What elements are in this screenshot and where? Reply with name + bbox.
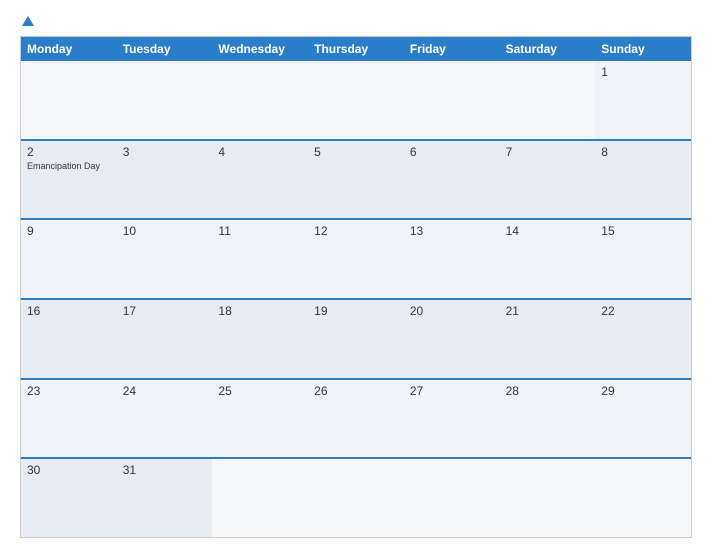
day-headers-row: MondayTuesdayWednesdayThursdayFridaySatu… bbox=[21, 37, 691, 61]
day-cell: 21 bbox=[500, 300, 596, 378]
day-cell bbox=[500, 459, 596, 537]
day-cell: 16 bbox=[21, 300, 117, 378]
day-header-sunday: Sunday bbox=[595, 37, 691, 61]
day-number: 8 bbox=[601, 145, 685, 159]
day-number: 19 bbox=[314, 304, 398, 318]
day-number: 25 bbox=[218, 384, 302, 398]
day-number: 15 bbox=[601, 224, 685, 238]
day-number: 31 bbox=[123, 463, 207, 477]
day-cell bbox=[308, 61, 404, 139]
day-cell: 8 bbox=[595, 141, 691, 219]
day-cell: 7 bbox=[500, 141, 596, 219]
day-header-thursday: Thursday bbox=[308, 37, 404, 61]
day-number: 20 bbox=[410, 304, 494, 318]
day-header-saturday: Saturday bbox=[500, 37, 596, 61]
day-cell bbox=[21, 61, 117, 139]
day-header-wednesday: Wednesday bbox=[212, 37, 308, 61]
day-cell: 28 bbox=[500, 380, 596, 458]
day-cell: 31 bbox=[117, 459, 213, 537]
day-cell bbox=[404, 459, 500, 537]
week-row-6: 30 31 bbox=[21, 457, 691, 537]
day-cell bbox=[595, 459, 691, 537]
day-number: 1 bbox=[601, 65, 685, 79]
day-number: 21 bbox=[506, 304, 590, 318]
day-number: 28 bbox=[506, 384, 590, 398]
day-cell: 30 bbox=[21, 459, 117, 537]
day-cell: 13 bbox=[404, 220, 500, 298]
day-cell: 6 bbox=[404, 141, 500, 219]
day-number: 29 bbox=[601, 384, 685, 398]
day-cell: 22 bbox=[595, 300, 691, 378]
day-cell: 18 bbox=[212, 300, 308, 378]
day-cell: 20 bbox=[404, 300, 500, 378]
day-cell: 26 bbox=[308, 380, 404, 458]
day-number: 13 bbox=[410, 224, 494, 238]
day-cell: 9 bbox=[21, 220, 117, 298]
day-cell bbox=[212, 61, 308, 139]
header bbox=[20, 16, 692, 26]
day-number: 11 bbox=[218, 224, 302, 238]
day-number: 6 bbox=[410, 145, 494, 159]
day-number: 18 bbox=[218, 304, 302, 318]
day-number: 7 bbox=[506, 145, 590, 159]
day-number: 4 bbox=[218, 145, 302, 159]
logo-triangle-icon bbox=[22, 16, 34, 26]
day-cell: 5 bbox=[308, 141, 404, 219]
day-cell bbox=[308, 459, 404, 537]
day-number: 2 bbox=[27, 145, 111, 159]
day-cell: 27 bbox=[404, 380, 500, 458]
day-cell bbox=[117, 61, 213, 139]
weeks-container: 12Emancipation Day3456789101112131415161… bbox=[21, 61, 691, 537]
calendar-page: MondayTuesdayWednesdayThursdayFridaySatu… bbox=[0, 0, 712, 550]
day-cell bbox=[500, 61, 596, 139]
day-number: 5 bbox=[314, 145, 398, 159]
day-cell: 12 bbox=[308, 220, 404, 298]
day-number: 23 bbox=[27, 384, 111, 398]
day-cell: 23 bbox=[21, 380, 117, 458]
week-row-5: 23 24 25 26 27 28 29 bbox=[21, 378, 691, 458]
day-number: 22 bbox=[601, 304, 685, 318]
logo bbox=[20, 16, 34, 26]
day-header-friday: Friday bbox=[404, 37, 500, 61]
holiday-label: Emancipation Day bbox=[27, 161, 111, 171]
day-cell: 15 bbox=[595, 220, 691, 298]
day-cell bbox=[404, 61, 500, 139]
day-number: 27 bbox=[410, 384, 494, 398]
day-number: 24 bbox=[123, 384, 207, 398]
day-cell: 11 bbox=[212, 220, 308, 298]
day-number: 14 bbox=[506, 224, 590, 238]
day-cell: 10 bbox=[117, 220, 213, 298]
day-number: 12 bbox=[314, 224, 398, 238]
week-row-1: 1 bbox=[21, 61, 691, 139]
day-number: 17 bbox=[123, 304, 207, 318]
week-row-2: 2 Emancipation Day 345678 bbox=[21, 139, 691, 219]
day-number: 9 bbox=[27, 224, 111, 238]
day-cell: 17 bbox=[117, 300, 213, 378]
week-row-4: 16 17 18 19 20 21 22 bbox=[21, 298, 691, 378]
day-number: 26 bbox=[314, 384, 398, 398]
day-cell: 25 bbox=[212, 380, 308, 458]
day-cell: 3 bbox=[117, 141, 213, 219]
day-number: 3 bbox=[123, 145, 207, 159]
day-header-monday: Monday bbox=[21, 37, 117, 61]
day-cell: 29 bbox=[595, 380, 691, 458]
day-cell: 1 bbox=[595, 61, 691, 139]
calendar-grid: MondayTuesdayWednesdayThursdayFridaySatu… bbox=[20, 36, 692, 538]
day-cell: 4 bbox=[212, 141, 308, 219]
day-number: 16 bbox=[27, 304, 111, 318]
day-cell: 2 Emancipation Day bbox=[21, 141, 117, 219]
day-number: 30 bbox=[27, 463, 111, 477]
day-cell: 19 bbox=[308, 300, 404, 378]
day-header-tuesday: Tuesday bbox=[117, 37, 213, 61]
day-number: 10 bbox=[123, 224, 207, 238]
day-cell: 24 bbox=[117, 380, 213, 458]
week-row-3: 9 10 11 12 13 14 15 bbox=[21, 218, 691, 298]
day-cell bbox=[212, 459, 308, 537]
day-cell: 14 bbox=[500, 220, 596, 298]
